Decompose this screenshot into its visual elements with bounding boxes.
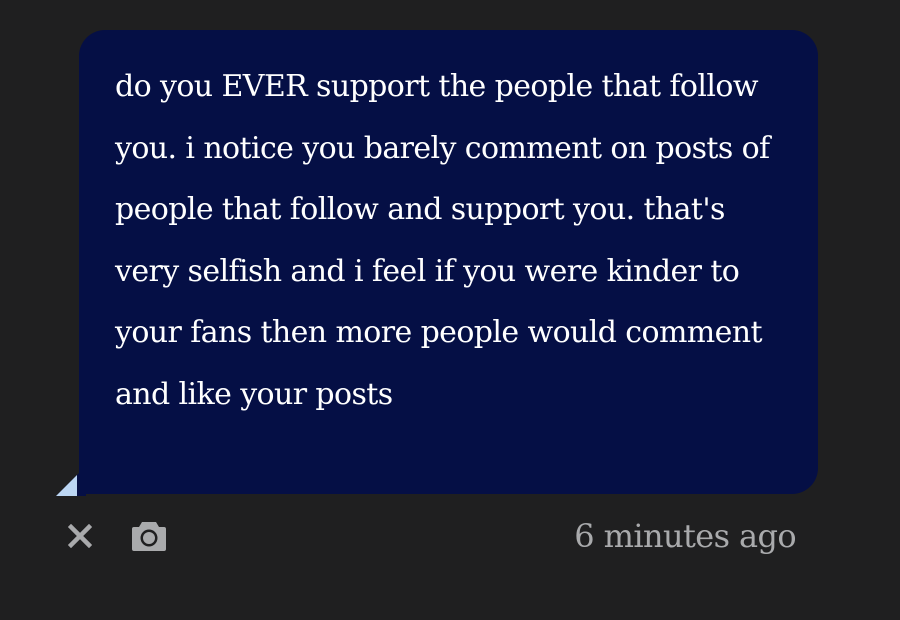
message-text: do you EVER support the people that foll… xyxy=(115,69,770,412)
message-bubble-container: do you EVER support the people that foll… xyxy=(56,30,818,496)
dismiss-button[interactable] xyxy=(62,518,98,554)
timestamp: 6 minutes ago xyxy=(574,517,796,555)
message-bubble[interactable]: do you EVER support the people that foll… xyxy=(79,30,818,494)
camera-icon xyxy=(132,522,166,551)
camera-button[interactable] xyxy=(128,516,170,556)
close-icon xyxy=(68,524,92,548)
message-footer: 6 minutes ago xyxy=(0,508,900,564)
